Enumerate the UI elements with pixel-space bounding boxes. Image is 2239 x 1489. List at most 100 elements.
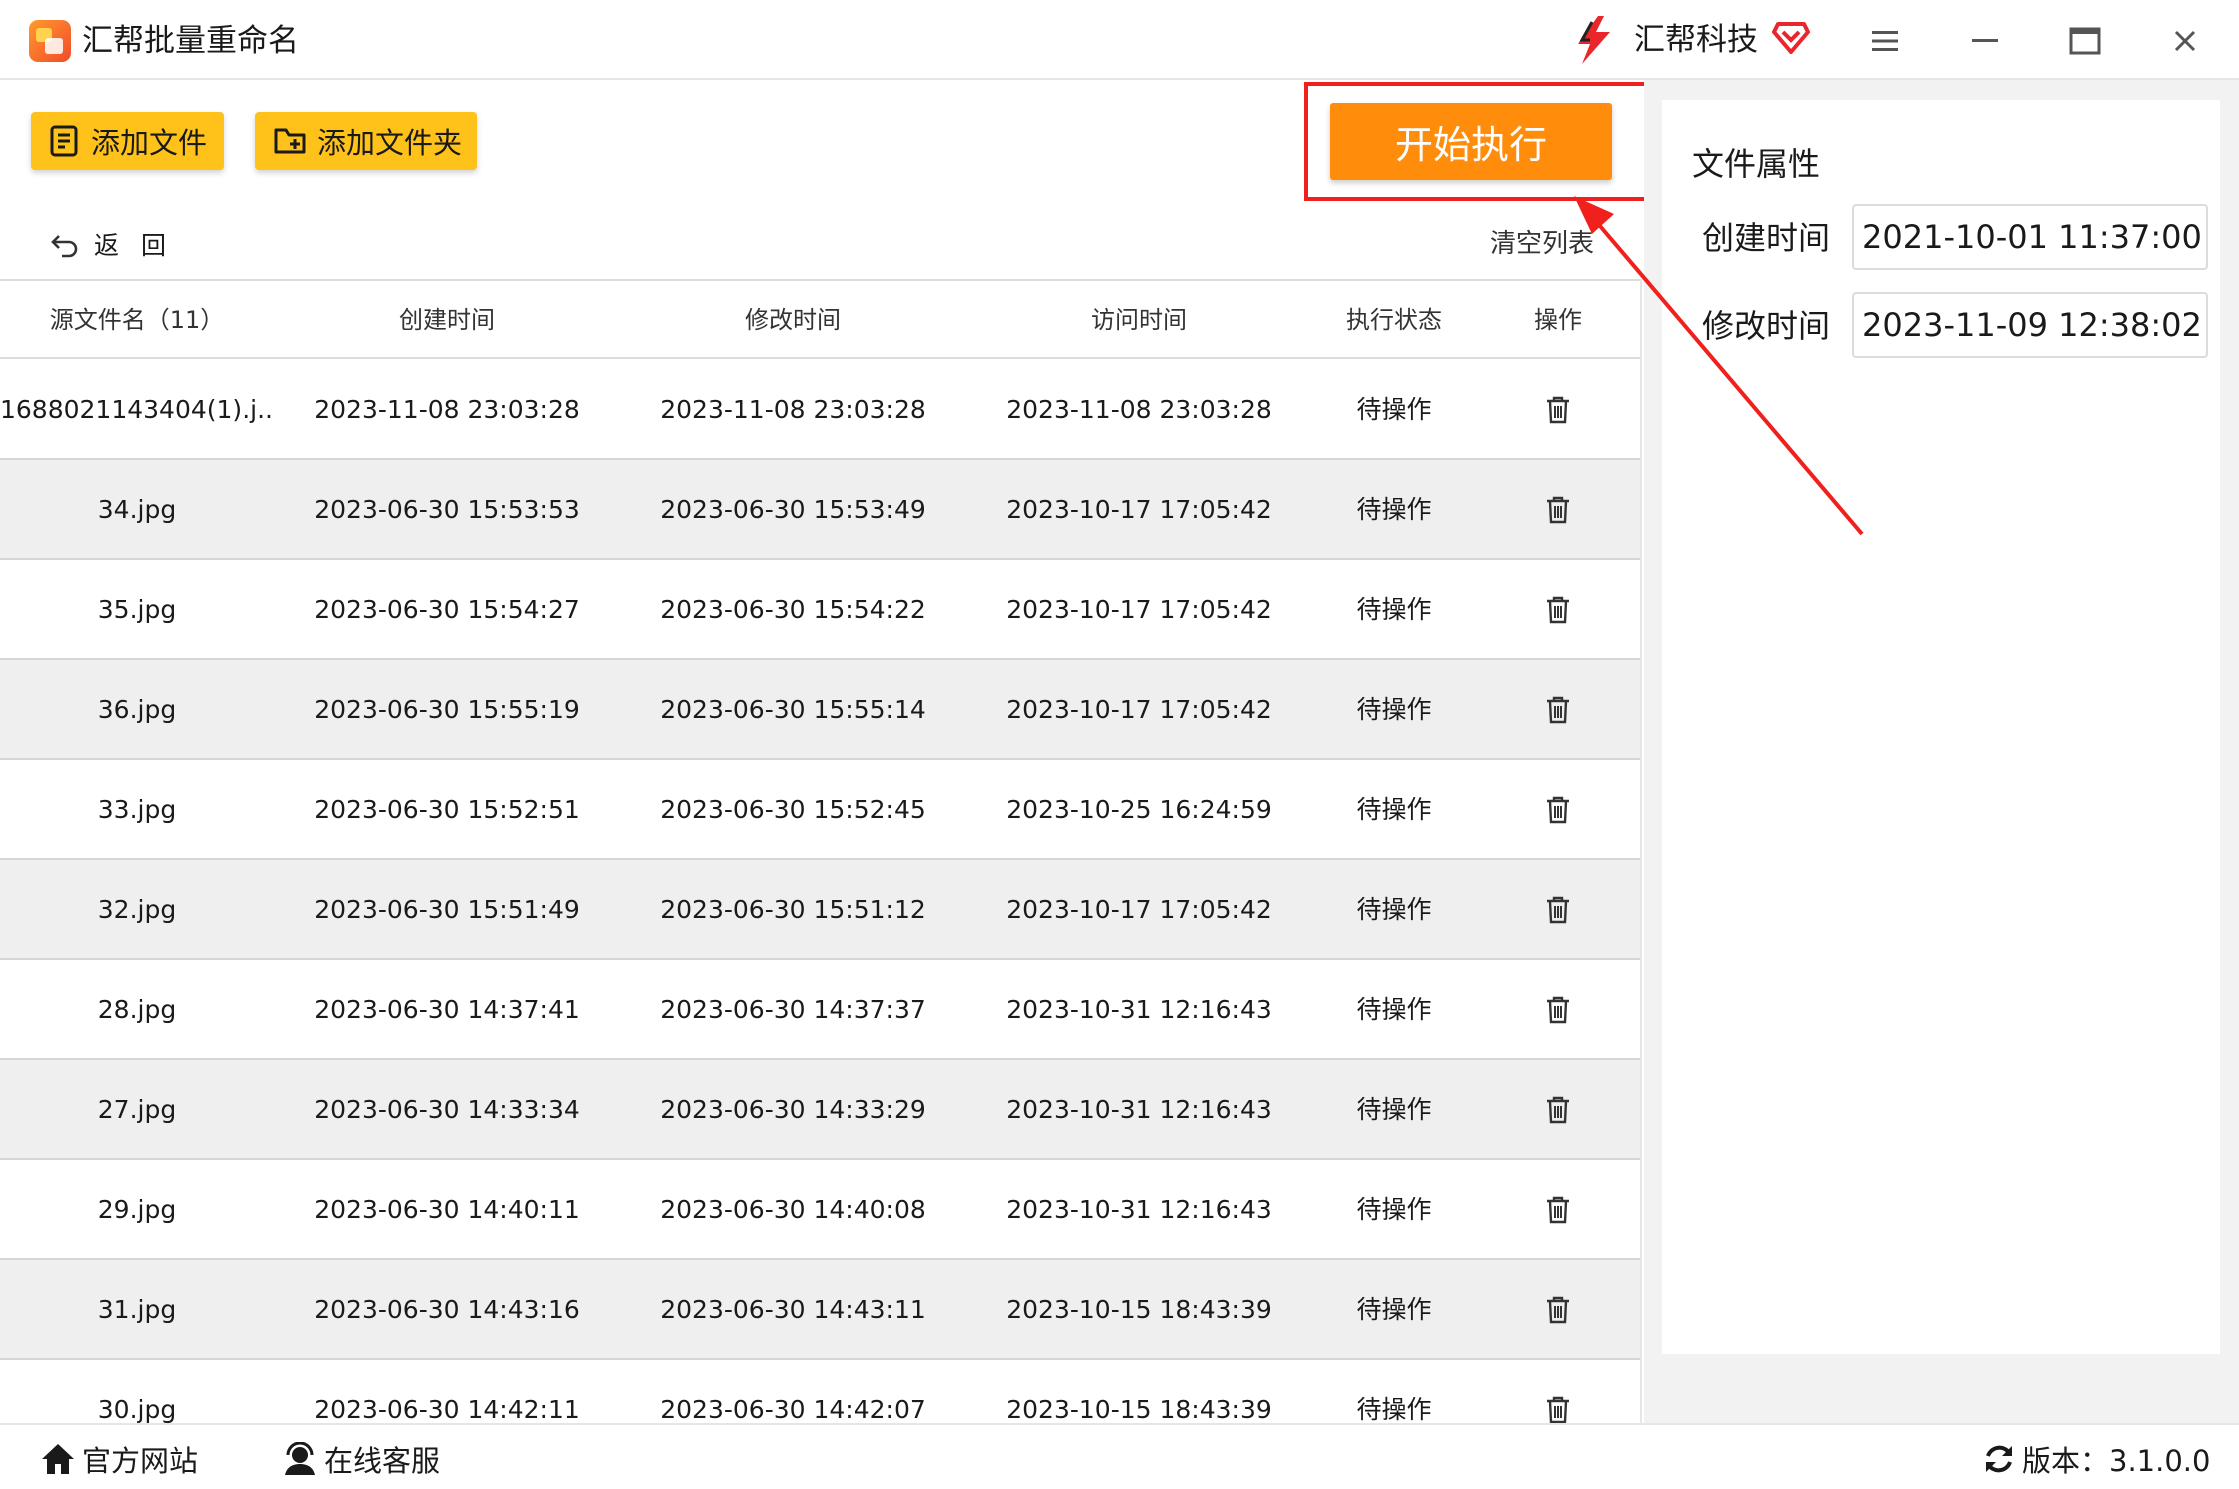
properties-title: 文件属性 xyxy=(1692,145,1821,183)
delete-row-button[interactable] xyxy=(1476,1060,1640,1160)
start-execute-button[interactable]: 开始执行 xyxy=(1330,103,1612,180)
official-website-link[interactable]: 官方网站 xyxy=(40,1437,198,1481)
created-time-field[interactable] xyxy=(1852,204,2208,270)
delete-row-button[interactable] xyxy=(1476,960,1640,1060)
delete-row-button[interactable] xyxy=(1476,1260,1640,1360)
header-modified-time[interactable]: 修改时间 xyxy=(620,281,966,359)
back-button[interactable]: 返回 xyxy=(50,224,188,264)
table-row[interactable]: 31.jpg 2023-06-30 14:43:16 2023-06-30 14:4… xyxy=(0,1260,1640,1360)
online-service-link[interactable]: 在线客服 xyxy=(282,1437,440,1481)
cell-modified-time: 2023-06-30 14:37:37 xyxy=(660,995,926,1024)
table-row[interactable]: 30.jpg 2023-06-30 14:42:11 2023-06-30 14:4… xyxy=(0,1360,1640,1423)
table-body: 1688021143404(1).j... 2023-11-08 23:03:28… xyxy=(0,360,1640,1423)
delete-row-button[interactable] xyxy=(1476,1360,1640,1423)
trash-icon xyxy=(1547,596,1569,624)
minimize-icon xyxy=(1972,39,1998,42)
cell-created-time: 2023-06-30 15:51:49 xyxy=(314,895,580,924)
cell-accessed-time: 2023-10-17 17:05:42 xyxy=(1006,895,1272,924)
close-icon xyxy=(2174,30,2196,52)
app-logo-icon xyxy=(29,20,71,62)
cell-modified-time: 2023-11-08 23:03:28 xyxy=(660,395,926,424)
cell-created-time: 2023-06-30 15:54:27 xyxy=(314,595,580,624)
minimize-button[interactable] xyxy=(1962,18,2008,64)
cell-source-name: 32.jpg xyxy=(97,895,177,924)
cell-created-time: 2023-06-30 14:33:34 xyxy=(314,1095,580,1124)
home-icon xyxy=(42,1444,74,1474)
cell-status: 待操作 xyxy=(1356,1095,1432,1124)
cell-accessed-time: 2023-10-17 17:05:42 xyxy=(1006,595,1272,624)
file-properties-panel: 文件属性 创建时间 修改时间 xyxy=(1662,100,2220,1354)
delete-row-button[interactable] xyxy=(1476,860,1640,960)
delete-row-button[interactable] xyxy=(1476,460,1640,560)
delete-row-button[interactable] xyxy=(1476,1160,1640,1260)
delete-row-button[interactable] xyxy=(1476,560,1640,660)
table-row[interactable]: 34.jpg 2023-06-30 15:53:53 2023-06-30 15:5… xyxy=(0,460,1640,560)
headset-user-icon xyxy=(285,1442,315,1475)
table-row[interactable]: 35.jpg 2023-06-30 15:54:27 2023-06-30 15:5… xyxy=(0,560,1640,660)
table-row[interactable]: 36.jpg 2023-06-30 15:55:19 2023-06-30 15:5… xyxy=(0,660,1640,760)
table-header: 源文件名（11） 创建时间 修改时间 访问时间 执行状态 操作 xyxy=(0,279,1640,359)
table-row[interactable]: 27.jpg 2023-06-30 14:33:34 2023-06-30 14:3… xyxy=(0,1060,1640,1160)
trash-icon xyxy=(1547,996,1569,1024)
cell-created-time: 2023-06-30 14:43:16 xyxy=(314,1295,580,1324)
cell-source-name: 29.jpg xyxy=(97,1195,177,1224)
trash-icon xyxy=(1547,1396,1569,1423)
close-button[interactable] xyxy=(2162,18,2208,64)
delete-row-button[interactable] xyxy=(1476,660,1640,760)
header-action: 操作 xyxy=(1534,306,1582,334)
cell-modified-time: 2023-06-30 14:33:29 xyxy=(660,1095,926,1124)
cell-created-time: 2023-11-08 23:03:28 xyxy=(314,395,580,424)
cell-modified-time: 2023-06-30 14:43:11 xyxy=(660,1295,926,1324)
cell-modified-time: 2023-06-30 14:40:08 xyxy=(660,1195,926,1224)
table-row[interactable]: 29.jpg 2023-06-30 14:40:11 2023-06-30 14:4… xyxy=(0,1160,1640,1260)
delete-row-button[interactable] xyxy=(1476,760,1640,860)
add-file-button[interactable]: 添加文件 xyxy=(31,112,224,170)
modified-time-field[interactable] xyxy=(1852,292,2208,358)
cell-modified-time: 2023-06-30 15:54:22 xyxy=(660,595,926,624)
service-label: 在线客服 xyxy=(324,1444,441,1478)
trash-icon xyxy=(1547,1196,1569,1224)
cell-accessed-time: 2023-11-08 23:03:28 xyxy=(1006,395,1272,424)
cell-accessed-time: 2023-10-15 18:43:39 xyxy=(1006,1395,1272,1423)
cell-status: 待操作 xyxy=(1356,995,1432,1024)
cell-created-time: 2023-06-30 14:37:41 xyxy=(314,995,580,1024)
cell-created-time: 2023-06-30 15:53:53 xyxy=(314,495,580,524)
cell-status: 待操作 xyxy=(1356,895,1432,924)
cell-source-name: 27.jpg xyxy=(97,1095,177,1124)
cell-modified-time: 2023-06-30 15:52:45 xyxy=(660,795,926,824)
cell-created-time: 2023-06-30 14:40:11 xyxy=(314,1195,580,1224)
cell-accessed-time: 2023-10-17 17:05:42 xyxy=(1006,495,1272,524)
clear-list-button[interactable]: 清空列表 xyxy=(1490,224,1594,264)
cell-status: 待操作 xyxy=(1356,695,1432,724)
table-row[interactable]: 32.jpg 2023-06-30 15:51:49 2023-06-30 15:5… xyxy=(0,860,1640,960)
cell-status: 待操作 xyxy=(1356,1195,1432,1224)
vip-diamond-icon[interactable] xyxy=(1772,18,1810,56)
header-created-time[interactable]: 创建时间 xyxy=(274,281,620,359)
add-file-label: 添加文件 xyxy=(91,126,208,160)
title-bar: 汇帮批量重命名 汇帮科技 xyxy=(0,0,2239,80)
cell-source-name: 1688021143404(1).j... xyxy=(0,395,274,424)
delete-row-button[interactable] xyxy=(1476,360,1640,460)
cell-created-time: 2023-06-30 14:42:11 xyxy=(314,1395,580,1423)
maximize-button[interactable] xyxy=(2062,18,2108,64)
cell-accessed-time: 2023-10-31 12:16:43 xyxy=(1006,1195,1272,1224)
trash-icon xyxy=(1547,796,1569,824)
cell-accessed-time: 2023-10-17 17:05:42 xyxy=(1006,695,1272,724)
table-row[interactable]: 1688021143404(1).j... 2023-11-08 23:03:28… xyxy=(0,360,1640,460)
table-row[interactable]: 33.jpg 2023-06-30 15:52:51 2023-06-30 15:5… xyxy=(0,760,1640,860)
header-accessed-time[interactable]: 访问时间 xyxy=(966,281,1312,359)
header-source-name[interactable]: 源文件名（11） xyxy=(0,281,274,359)
cell-modified-time: 2023-06-30 15:51:12 xyxy=(660,895,926,924)
add-folder-button[interactable]: 添加文件夹 xyxy=(255,112,477,170)
modified-time-label: 修改时间 xyxy=(1702,307,1831,345)
table-row[interactable]: 28.jpg 2023-06-30 14:37:41 2023-06-30 14:3… xyxy=(0,960,1640,1060)
folder-plus-icon xyxy=(274,128,306,154)
trash-icon xyxy=(1547,896,1569,924)
cell-status: 待操作 xyxy=(1356,795,1432,824)
website-label: 官方网站 xyxy=(82,1444,199,1478)
brand-name: 汇帮科技 xyxy=(1634,22,1758,58)
cell-modified-time: 2023-06-30 15:53:49 xyxy=(660,495,926,524)
menu-button[interactable] xyxy=(1862,18,1908,64)
cell-created-time: 2023-06-30 15:52:51 xyxy=(314,795,580,824)
version-info[interactable]: 版本：3.1.0.0 xyxy=(1982,1437,2210,1481)
